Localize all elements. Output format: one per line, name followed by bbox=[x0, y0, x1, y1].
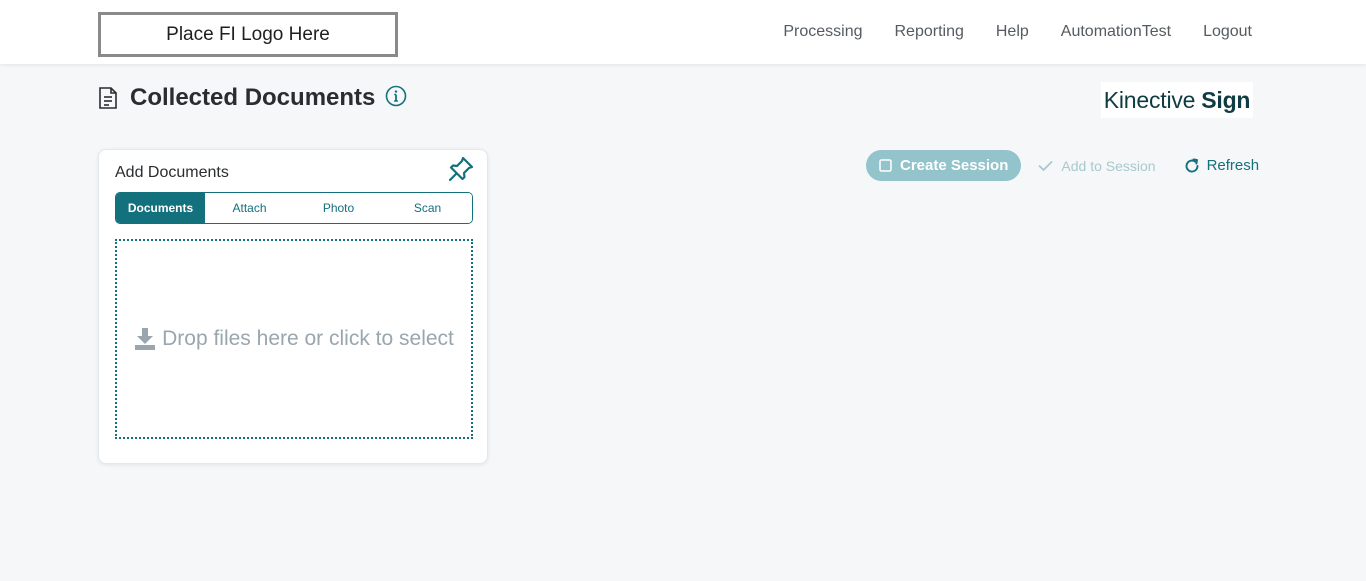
nav-logout[interactable]: Logout bbox=[1203, 23, 1252, 41]
dropzone-text: Drop files here or click to select bbox=[162, 327, 454, 350]
refresh-icon bbox=[1185, 158, 1199, 172]
nav-processing[interactable]: Processing bbox=[783, 23, 862, 41]
logo-placeholder-text: Place FI Logo Here bbox=[166, 23, 330, 45]
main-nav: Processing Reporting Help AutomationTest… bbox=[783, 0, 1252, 64]
check-icon bbox=[1038, 160, 1053, 171]
page-header: Collected Documents bbox=[98, 82, 407, 114]
tab-attach[interactable]: Attach bbox=[205, 193, 294, 223]
document-source-tabs: Documents Attach Photo Scan bbox=[115, 192, 473, 224]
logo-placeholder[interactable]: Place FI Logo Here bbox=[98, 12, 398, 57]
create-session-button[interactable]: Create Session bbox=[866, 150, 1022, 181]
nav-help[interactable]: Help bbox=[996, 23, 1029, 41]
create-session-label: Create Session bbox=[900, 157, 1009, 174]
refresh-button[interactable]: Refresh bbox=[1184, 157, 1260, 174]
add-to-session-label: Add to Session bbox=[1061, 157, 1156, 174]
add-to-session-button[interactable]: Add to Session bbox=[1038, 157, 1156, 174]
document-icon bbox=[99, 87, 117, 109]
checkbox-icon bbox=[879, 159, 892, 172]
add-documents-title: Add Documents bbox=[115, 164, 229, 181]
top-navbar: Place FI Logo Here Processing Reporting … bbox=[0, 0, 1366, 64]
nav-user-automationtest[interactable]: AutomationTest bbox=[1061, 23, 1171, 41]
download-icon bbox=[135, 328, 156, 350]
page-title: Collected Documents bbox=[130, 84, 376, 111]
nav-reporting[interactable]: Reporting bbox=[895, 23, 964, 41]
kinective-sign-brand-logo: Kinective Sign bbox=[1101, 82, 1253, 118]
tab-photo[interactable]: Photo bbox=[294, 193, 383, 223]
brand-text-sign: Sign bbox=[1201, 86, 1251, 113]
tab-documents[interactable]: Documents bbox=[116, 193, 205, 223]
brand-text-kinective: Kinective bbox=[1103, 86, 1196, 113]
file-dropzone[interactable]: Drop files here or click to select bbox=[115, 239, 473, 439]
info-icon[interactable] bbox=[385, 85, 407, 107]
session-actions: Create Session Add to Session Refresh bbox=[866, 150, 1259, 181]
add-documents-card: Add Documents Documents Attach Photo Sca… bbox=[98, 149, 488, 464]
refresh-label: Refresh bbox=[1206, 157, 1260, 174]
pin-icon[interactable] bbox=[447, 155, 475, 183]
tab-scan[interactable]: Scan bbox=[383, 193, 472, 223]
